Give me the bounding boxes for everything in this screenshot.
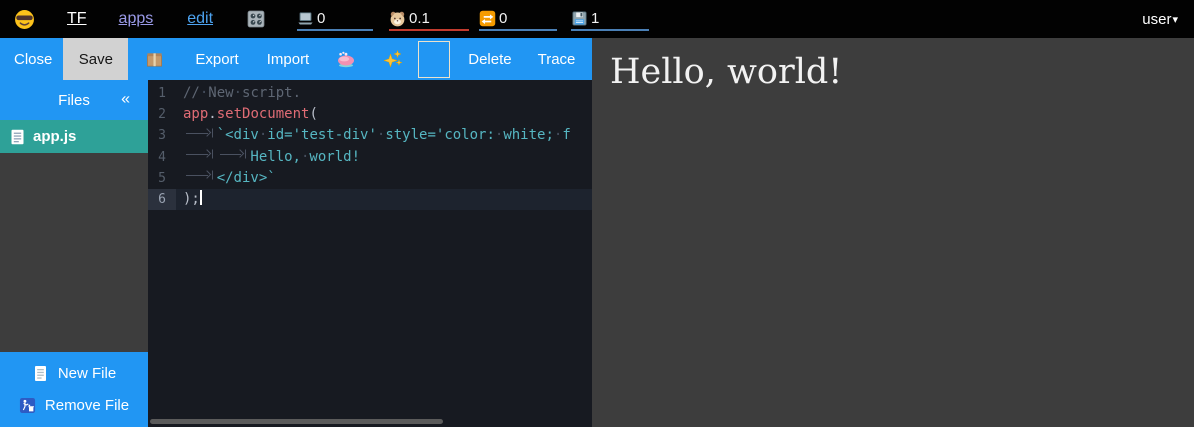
- editor-column: Close Save Export Import: [0, 38, 592, 427]
- code-line-5[interactable]: 5 </div>`: [148, 168, 592, 189]
- user-menu-label: user: [1142, 11, 1171, 28]
- chevron-down-icon: ▾: [1172, 13, 1178, 26]
- code-lines: 1//·New·script.2app.setDocument(3`<div·i…: [148, 83, 592, 210]
- document-icon: [10, 129, 25, 145]
- line-number: 4: [148, 147, 176, 168]
- sparkles-icon: [383, 49, 403, 69]
- control-knobs-icon[interactable]: [247, 10, 265, 28]
- user-menu[interactable]: user ▾: [1142, 11, 1178, 28]
- nav-link-apps[interactable]: apps: [119, 10, 154, 28]
- stat-cpu[interactable]: 0: [297, 7, 373, 31]
- tab-whitespace-marker: [183, 125, 217, 139]
- files-header-title: Files: [58, 92, 90, 109]
- line-number: 2: [148, 104, 176, 125]
- main-area: Close Save Export Import: [0, 38, 1194, 427]
- code-line-6[interactable]: 6);: [148, 189, 592, 210]
- stat-hamster-value: 0.1: [409, 10, 430, 27]
- import-button[interactable]: Import: [267, 51, 310, 68]
- workspace: Files « app.js: [0, 80, 592, 427]
- new-file-icon: [32, 365, 49, 382]
- floppy-disk-icon: [571, 10, 588, 27]
- tab-whitespace-marker: [217, 147, 251, 161]
- editor-toolbar: Close Save Export Import: [0, 38, 592, 80]
- stat-storage-value: 1: [591, 10, 599, 27]
- stat-cpu-value: 0: [317, 10, 325, 27]
- code-token: New: [208, 85, 233, 101]
- save-button[interactable]: Save: [63, 38, 128, 80]
- files-header: Files «: [0, 80, 148, 120]
- code-line-3[interactable]: 3`<div·id='test-div'·style='color:·white…: [148, 125, 592, 146]
- output-panel: Hello, world!: [592, 38, 1194, 427]
- text-cursor: [200, 190, 202, 205]
- horizontal-scrollbar-thumb[interactable]: [150, 419, 443, 424]
- code-token: id='test-div': [267, 127, 377, 143]
- remove-file-label: Remove File: [45, 397, 129, 414]
- code-token: (: [309, 106, 317, 122]
- code-token: //: [183, 85, 200, 101]
- litter-bin-icon: [19, 397, 36, 414]
- line-number: 5: [148, 168, 176, 189]
- code-token: world!: [309, 149, 360, 165]
- tab-whitespace-marker: [183, 147, 217, 161]
- line-number: 1: [148, 83, 176, 104]
- close-button[interactable]: Close: [14, 51, 52, 68]
- code-token: `<div: [217, 127, 259, 143]
- output-text: Hello, world!: [610, 51, 1176, 93]
- package-button[interactable]: [145, 50, 164, 69]
- line-number: 6: [148, 189, 176, 210]
- code-token: setDocument: [217, 106, 310, 122]
- laptop-icon: [297, 10, 314, 27]
- nav-link-tf[interactable]: TF: [67, 10, 87, 28]
- tab-whitespace-marker: [183, 168, 217, 182]
- file-actions: New File Remove File: [0, 352, 148, 427]
- stat-sync-value: 0: [499, 10, 507, 27]
- file-item-appjs[interactable]: app.js: [0, 120, 148, 153]
- code-token: style='color:: [385, 127, 495, 143]
- soap-icon: [336, 50, 356, 68]
- delete-button[interactable]: Delete: [468, 51, 511, 68]
- new-file-button[interactable]: New File: [0, 357, 148, 389]
- smiley-sunglasses-icon[interactable]: [14, 9, 35, 30]
- sync-icon: [479, 10, 496, 27]
- code-token: script.: [242, 85, 301, 101]
- code-line-4[interactable]: 4Hello,·world!: [148, 147, 592, 168]
- soap-button[interactable]: [336, 50, 356, 68]
- nav-link-edit[interactable]: edit: [187, 10, 213, 28]
- code-token: app: [183, 106, 208, 122]
- code-token: f: [562, 127, 570, 143]
- code-line-2[interactable]: 2 app.setDocument(: [148, 104, 592, 125]
- export-button[interactable]: Export: [195, 51, 238, 68]
- trace-button[interactable]: Trace: [538, 51, 576, 68]
- stat-storage[interactable]: 1: [571, 7, 649, 31]
- blank-button[interactable]: [418, 41, 450, 78]
- top-bar: TF apps edit 0 0.1: [0, 0, 1194, 38]
- package-icon: [145, 50, 164, 69]
- code-token: );: [183, 191, 200, 207]
- remove-file-button[interactable]: Remove File: [0, 389, 148, 421]
- sparkles-button[interactable]: [383, 49, 403, 69]
- new-file-label: New File: [58, 365, 116, 382]
- code-token: white;: [503, 127, 554, 143]
- stat-hamster[interactable]: 0.1: [389, 7, 469, 31]
- space-whitespace-marker: ·: [234, 85, 242, 101]
- collapse-sidebar-button[interactable]: «: [121, 90, 130, 108]
- files-sidebar: Files « app.js: [0, 80, 148, 427]
- hamster-icon: [389, 10, 406, 27]
- code-token: Hello,: [250, 149, 301, 165]
- sidebar-empty-area: [0, 153, 148, 352]
- code-editor[interactable]: 1//·New·script.2app.setDocument(3`<div·i…: [148, 80, 592, 427]
- file-name: app.js: [33, 128, 76, 145]
- code-token: .: [208, 106, 216, 122]
- code-line-1[interactable]: 1//·New·script.: [148, 83, 592, 104]
- code-token: </div>`: [217, 170, 276, 186]
- stat-sync[interactable]: 0: [479, 7, 557, 31]
- line-number: 3: [148, 125, 176, 146]
